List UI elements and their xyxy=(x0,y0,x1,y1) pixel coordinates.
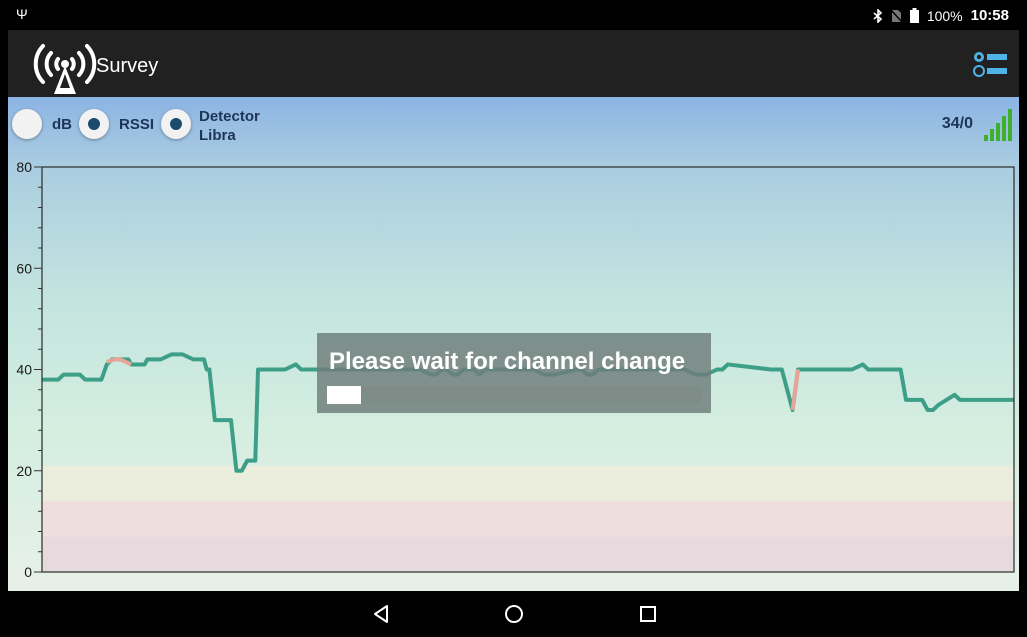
signal-data-point xyxy=(208,369,210,370)
bluetooth-icon xyxy=(873,8,882,23)
app-bar: Survey xyxy=(8,30,1019,97)
signal-data-point xyxy=(106,363,108,365)
signal-data-point xyxy=(198,358,200,360)
clock: 10:58 xyxy=(970,7,1009,24)
navigation-bar xyxy=(8,591,1019,637)
radio-db[interactable] xyxy=(12,109,42,139)
y-tick-label: 60 xyxy=(16,260,32,276)
signal-data-point xyxy=(986,399,988,401)
dialog-message: Please wait for channel change xyxy=(329,348,686,375)
signal-data-point xyxy=(716,369,718,370)
usb-icon: Ψ xyxy=(16,6,28,22)
status-icons: 100% 10:58 xyxy=(873,7,1009,24)
channel-change-dialog: Please wait for channel change xyxy=(317,333,711,413)
signal-data-point xyxy=(230,419,232,421)
alert-segment-1 xyxy=(790,369,800,411)
signal-data-point xyxy=(171,353,173,355)
signal-data-point xyxy=(921,399,923,401)
threshold-band-0 xyxy=(42,536,1014,572)
signal-data-point xyxy=(100,379,102,381)
signal-data-point xyxy=(206,369,208,370)
signal-data-point xyxy=(246,460,248,462)
signal-data-point xyxy=(57,379,59,381)
signal-data-point xyxy=(894,369,896,370)
signal-data-point xyxy=(252,460,254,462)
radio-rssi-label: RSSI xyxy=(119,116,155,133)
signal-data-point xyxy=(254,460,256,462)
signal-data-point xyxy=(203,358,205,360)
signal-data-point xyxy=(127,358,129,360)
signal-data-point xyxy=(851,369,853,370)
signal-data-point xyxy=(257,369,259,370)
mode-controls: dB RSSI Detector Libra 34/0 xyxy=(8,97,1019,155)
app-title: Survey xyxy=(96,55,159,77)
signal-data-point xyxy=(781,369,783,370)
home-circle-icon[interactable] xyxy=(499,599,529,629)
detection-count: 34/0 xyxy=(941,115,973,132)
signal-data-point xyxy=(300,369,302,370)
signal-data-point xyxy=(721,369,723,370)
options-list-icon[interactable] xyxy=(973,50,1007,78)
radio-db-label: dB xyxy=(52,116,72,133)
signal-data-point xyxy=(954,394,956,396)
signal-data-point xyxy=(217,419,218,421)
signal-data-point xyxy=(862,363,864,365)
back-triangle-icon[interactable] xyxy=(366,599,396,629)
recents-square-icon[interactable] xyxy=(633,599,663,629)
radio-detector-dot xyxy=(170,118,182,130)
radio-detector[interactable] xyxy=(161,109,191,139)
battery-percent: 100% xyxy=(926,7,963,24)
threshold-band-2 xyxy=(42,465,1014,502)
survey-content: dB RSSI Detector Libra 34/0 0 20 40 60 80 Pl… xyxy=(8,97,1019,591)
signal-data-point xyxy=(905,399,907,401)
progress-fill xyxy=(327,386,361,404)
signal-data-point xyxy=(932,409,934,411)
signal-data-point xyxy=(241,470,243,472)
signal-data-point xyxy=(214,419,216,421)
threshold-band-1 xyxy=(42,501,1014,537)
signal-data-point xyxy=(927,409,929,411)
signal-data-point xyxy=(295,363,297,365)
no-sim-icon xyxy=(890,8,902,23)
y-tick-label: 0 xyxy=(24,564,32,580)
radio-detector-label: Detector xyxy=(199,108,260,125)
signal-data-point xyxy=(284,369,286,370)
signal-strength-icon xyxy=(984,109,1012,141)
signal-data-point xyxy=(964,399,966,401)
radio-rssi[interactable] xyxy=(79,109,109,139)
signal-data-point xyxy=(959,399,961,401)
signal-data-point xyxy=(181,353,183,355)
signal-data-point xyxy=(144,363,146,365)
signal-data-point xyxy=(727,363,729,365)
radio-rssi-dot xyxy=(88,118,100,130)
signal-data-point xyxy=(79,374,81,376)
battery-icon xyxy=(909,8,919,23)
signal-data-point xyxy=(889,369,891,370)
progress-track xyxy=(327,386,701,404)
signal-data-point xyxy=(63,374,65,376)
signal-data-point xyxy=(146,358,148,360)
y-tick-label: 40 xyxy=(16,362,32,378)
signal-data-point xyxy=(770,369,772,370)
y-tick-label: 20 xyxy=(16,463,32,479)
status-bar: Ψ 100% 10:58 xyxy=(8,0,1019,30)
signal-data-point xyxy=(900,369,902,370)
signal-data-point xyxy=(235,470,237,472)
signal-data-point xyxy=(937,404,939,406)
radio-tower-icon xyxy=(33,44,97,94)
radio-detector-sublabel: Libra xyxy=(199,127,236,144)
signal-data-point xyxy=(160,358,162,360)
y-tick-label: 80 xyxy=(16,159,32,175)
signal-data-point xyxy=(192,358,194,360)
signal-data-point xyxy=(84,379,86,381)
signal-data-point xyxy=(867,369,869,370)
